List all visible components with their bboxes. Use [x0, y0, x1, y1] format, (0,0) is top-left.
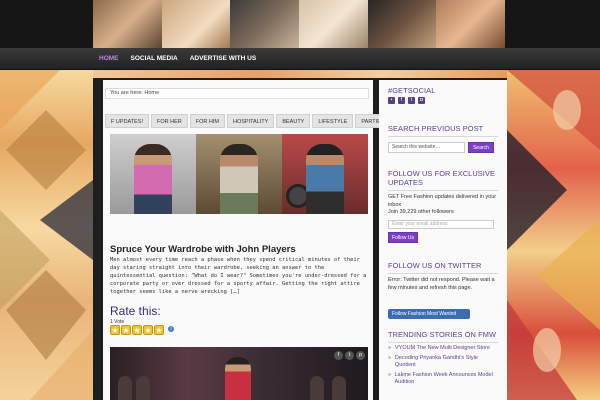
post-excerpt: Men almost every time reach a phase when… — [110, 257, 367, 295]
star-rating: ★ ★ ★ ★ ★ i — [110, 325, 174, 335]
instagram-icon[interactable]: ◘ — [418, 97, 425, 104]
facebook-follow-button[interactable]: Follow Fashion Most Wanted — [388, 309, 470, 319]
trending-widget: TRENDING STORIES ON FMW » VYOUM The New … — [388, 330, 498, 387]
main-content: You are here: Home F UPDATES! FOR HER FO… — [103, 80, 391, 400]
breadcrumb: You are here: Home — [105, 88, 369, 99]
crowd-figure — [310, 376, 324, 400]
header-banner[interactable] — [93, 0, 506, 48]
widget-title: FOLLOW US FOR EXCLUSIVE UPDATES — [388, 169, 496, 187]
facebook-icon[interactable]: f — [398, 97, 405, 104]
search-widget: SEARCH PREVIOUS POST Search this website… — [388, 124, 498, 153]
star-icon[interactable]: ★ — [143, 325, 153, 335]
tab-for-her[interactable]: FOR HER — [151, 114, 188, 128]
banner-photo — [299, 0, 368, 48]
second-post-image[interactable]: f t p — [110, 347, 368, 400]
divider — [388, 342, 498, 343]
widget-title: TRENDING STORIES ON FMW — [388, 330, 497, 339]
facebook-share-icon[interactable]: f — [334, 351, 343, 360]
image-panel — [282, 134, 368, 214]
nav-item-advertise[interactable]: ADVERTISE WITH US — [184, 48, 262, 70]
follow-button[interactable]: Follow Us — [388, 231, 418, 243]
search-row: Search this website… Search — [388, 142, 498, 153]
crowd-figure — [118, 376, 132, 400]
image-panel — [196, 134, 282, 214]
post-featured-image[interactable] — [110, 134, 368, 214]
fashion-collage — [507, 70, 600, 400]
bullet-icon: » — [388, 354, 392, 361]
crowd-figure — [332, 376, 346, 400]
social-icon-row: • f t ◘ — [388, 97, 498, 104]
main-nav: HOME SOCIAL MEDIA ADVERTISE WITH US — [0, 48, 600, 70]
trending-item[interactable]: » Decoding Priyanka Gandhi's Style Quoti… — [388, 355, 498, 370]
follow-description: GET Free Fashion updates delivered in yo… — [388, 194, 497, 208]
tab-f-updates[interactable]: F UPDATES! — [105, 114, 149, 128]
nav-item-home[interactable]: HOME — [93, 48, 125, 70]
widget-title: SEARCH PREVIOUS POST — [388, 124, 484, 133]
image-panel — [110, 134, 196, 214]
bullet-icon: » — [388, 371, 392, 378]
background-art-right — [507, 70, 600, 400]
widget-title: FOLLOW US ON TWITTER — [388, 261, 482, 270]
banner-photo — [367, 0, 437, 48]
follow-widget: FOLLOW US FOR EXCLUSIVE UPDATES GET Free… — [388, 169, 498, 243]
info-icon[interactable]: i — [168, 326, 174, 332]
runway-model — [225, 357, 251, 400]
pinterest-share-icon[interactable]: p — [356, 351, 365, 360]
widget-title: #GETSOCIAL — [388, 86, 436, 95]
star-icon[interactable]: ★ — [132, 325, 142, 335]
trending-link[interactable]: Decoding Priyanka Gandhi's Style Quotien… — [395, 355, 498, 370]
banner-photo — [230, 0, 300, 48]
divider — [388, 136, 498, 137]
bullet-icon: » — [388, 345, 392, 351]
background-art-left — [0, 70, 93, 400]
banner-photo — [161, 0, 231, 48]
banner-photo — [93, 0, 162, 48]
tab-lifestyle[interactable]: LIFESTYLE — [312, 114, 354, 128]
twitter-error-message: Error: Twitter did not respond. Please w… — [388, 277, 495, 291]
tab-for-him[interactable]: FOR HIM — [189, 114, 225, 128]
background-strip — [93, 70, 507, 78]
tab-beauty[interactable]: BEAUTY — [276, 114, 311, 128]
rate-this-heading: Rate this: — [110, 304, 161, 318]
star-icon[interactable]: ★ — [121, 325, 131, 335]
rss-icon[interactable]: • — [388, 97, 395, 104]
twitter-widget: FOLLOW US ON TWITTER Error: Twitter did … — [388, 261, 498, 292]
search-button[interactable]: Search — [468, 142, 494, 153]
trending-link[interactable]: Lakme Fashion Week Announces Model Audit… — [394, 372, 498, 387]
divider — [388, 190, 498, 191]
star-icon[interactable]: ★ — [154, 325, 164, 335]
trending-item[interactable]: » VYOUM The New Multi Designer Store — [388, 345, 498, 353]
sidebar: #GETSOCIAL • f t ◘ SEARCH PREVIOUS POST … — [379, 80, 507, 400]
model-figure — [306, 144, 344, 214]
divider — [388, 273, 498, 274]
post-title[interactable]: Spruce Your Wardrobe with John Players — [110, 244, 368, 255]
tab-hospitality[interactable]: HOSPITALITY — [226, 114, 275, 128]
model-figure — [220, 144, 258, 214]
getsocial-widget: #GETSOCIAL • f t ◘ — [388, 86, 498, 104]
trending-link[interactable]: VYOUM The New Multi Designer Store — [395, 345, 490, 353]
banner-photo — [436, 0, 506, 48]
ornament-pattern — [0, 70, 93, 400]
site-header — [0, 0, 600, 48]
category-tabs: F UPDATES! FOR HER FOR HIM HOSPITALITY B… — [105, 114, 391, 128]
twitter-share-icon[interactable]: t — [345, 351, 354, 360]
search-input[interactable]: Search this website… — [388, 142, 465, 153]
model-figure — [134, 144, 172, 214]
facebook-follow-widget: Follow Fashion Most Wanted — [388, 309, 498, 319]
email-field[interactable]: Enter your email address — [388, 219, 494, 229]
nav-item-social-media[interactable]: SOCIAL MEDIA — [125, 48, 184, 70]
star-icon[interactable]: ★ — [110, 325, 120, 335]
crowd-figure — [136, 376, 150, 400]
follower-count: Join 39,229 other followers — [388, 209, 454, 216]
trending-item[interactable]: » Lakme Fashion Week Announces Model Aud… — [388, 372, 498, 387]
twitter-icon[interactable]: t — [408, 97, 415, 104]
